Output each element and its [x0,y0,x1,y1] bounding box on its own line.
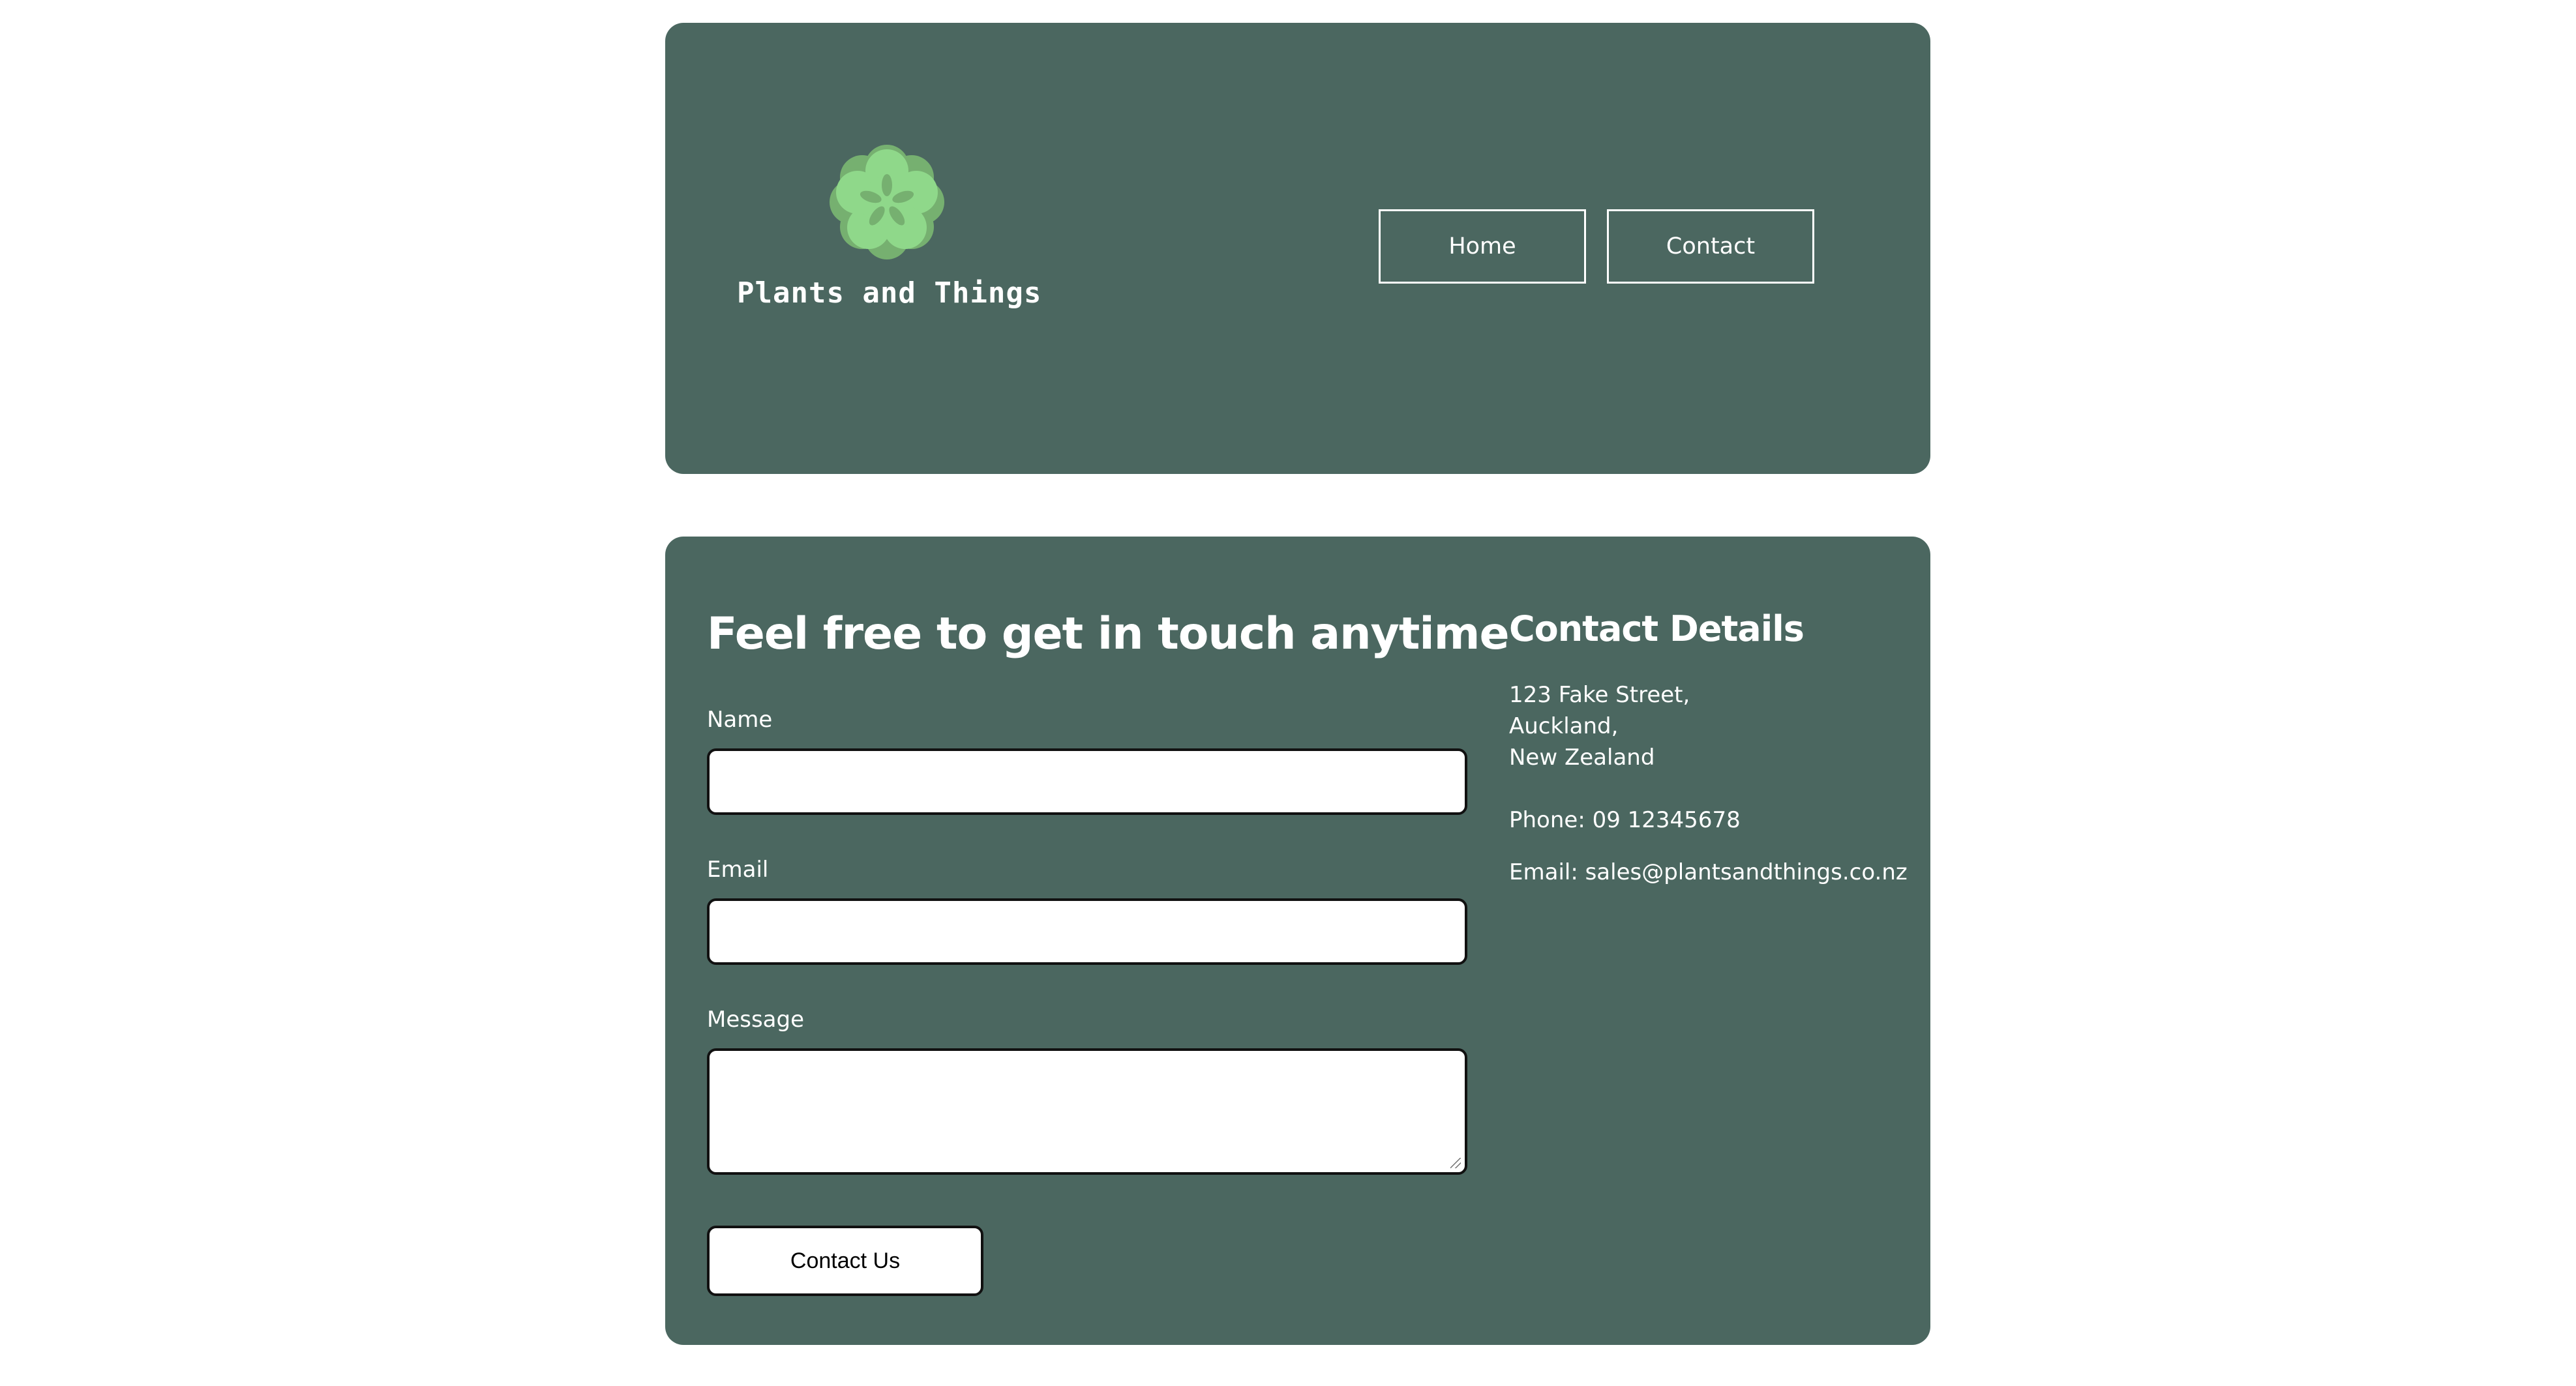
contact-form: Feel free to get in touch anytime Name E… [707,608,1510,1296]
nav-home-button[interactable]: Home [1379,209,1586,284]
contact-section: Feel free to get in touch anytime Name E… [665,537,1930,1345]
email-input[interactable] [707,898,1467,965]
site-header: Plants and Things Home Contact [665,23,1930,474]
nav-contact-button[interactable]: Contact [1607,209,1814,284]
flower-logo-icon [830,145,944,259]
page: Plants and Things Home Contact Feel free… [0,0,2576,1386]
brand-logo[interactable]: Plants and Things [737,137,1042,310]
contact-details-heading: Contact Details [1509,608,1805,649]
name-input[interactable] [707,748,1467,815]
address-line: New Zealand [1509,745,1655,771]
resize-grip-icon[interactable] [1450,1158,1461,1168]
brand-name: Plants and Things [737,276,1042,310]
address-line: 123 Fake Street, [1509,682,1690,708]
message-label: Message [707,1007,805,1033]
form-heading: Feel free to get in touch anytime [707,608,1510,660]
contact-details: Contact Details 123 Fake Street, Aucklan… [1509,608,1913,888]
email-label: Email [707,857,769,883]
name-label: Name [707,707,773,733]
address-line: Auckland, [1509,713,1619,739]
address: 123 Fake Street, Auckland, New Zealand [1509,679,1913,773]
contact-us-button[interactable]: Contact Us [707,1226,983,1296]
message-textarea[interactable] [707,1048,1467,1175]
main-nav: Home Contact [1379,209,1814,284]
email-address: Email: sales@plantsandthings.co.nz [1509,859,1908,885]
phone-number: Phone: 09 12345678 [1509,807,1741,833]
